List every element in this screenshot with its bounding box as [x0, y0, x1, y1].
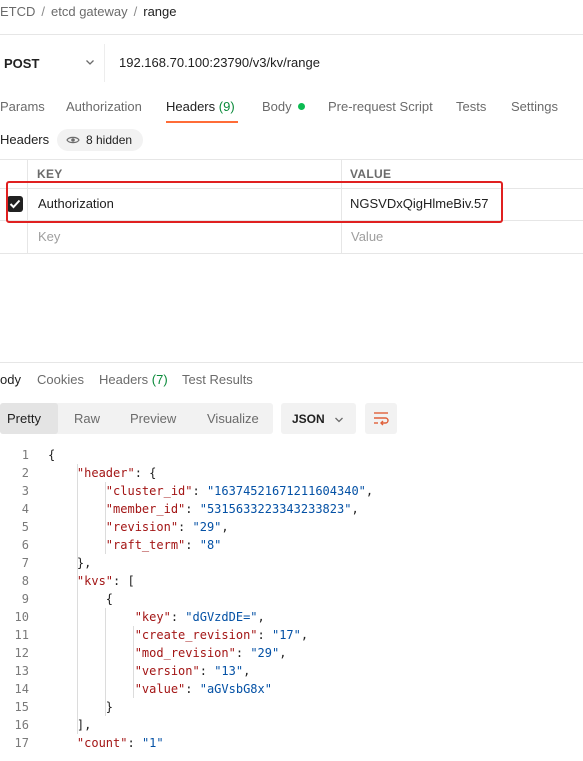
code-text: "version": "13", [134, 664, 251, 678]
chevron-down-icon [86, 60, 94, 65]
code-text: "key": "dGVzdDE=", [134, 610, 265, 624]
tab-response-body-label: ody [0, 372, 21, 387]
tab-tests[interactable]: Tests [456, 94, 486, 122]
code-text: "count": "1" [76, 736, 164, 750]
tab-tests-label: Tests [456, 99, 487, 114]
line-number: 6 [21, 538, 29, 552]
code-text: "member_id": "5315633223343233823", [105, 502, 359, 516]
wrap-lines-button[interactable] [365, 403, 397, 434]
format-select[interactable]: JSON [281, 403, 356, 434]
line-number: 12 [14, 646, 29, 660]
tab-body-label: Body [262, 99, 292, 114]
body-indicator-dot [297, 103, 305, 110]
line-number: 17 [14, 736, 29, 750]
line-number: 3 [21, 484, 29, 498]
tab-authorization-label: Authorization [66, 99, 142, 114]
method-select[interactable]: POST [0, 44, 105, 82]
new-value-input[interactable]: Value [351, 221, 383, 253]
method-label: POST [4, 55, 40, 71]
breadcrumb-separator: / [133, 3, 138, 19]
tab-response-cookies[interactable]: Cookies [37, 370, 84, 390]
line-number: 10 [14, 610, 29, 624]
code-text: } [48, 700, 114, 714]
view-visualize-button[interactable]: Visualize [207, 403, 259, 434]
view-mode-selector: Pretty Raw Preview Visualize [0, 403, 273, 434]
pane-divider[interactable] [0, 362, 583, 363]
code-text: "kvs": [ [76, 574, 135, 588]
tab-params-label: Params [0, 99, 45, 114]
breadcrumb-folder[interactable]: etcd gateway [51, 4, 128, 19]
highlight-annotation-box [6, 181, 503, 223]
tab-headers-label: Headers [166, 99, 216, 114]
code-text: "create_revision": "17", [134, 628, 309, 642]
tab-response-headers-label: Headers [99, 372, 149, 387]
eye-icon [66, 136, 80, 144]
line-number: 15 [14, 700, 29, 714]
code-text: "header": { [76, 466, 157, 480]
hidden-headers-label: 8 hidden [86, 133, 133, 147]
view-raw-button[interactable]: Raw [74, 403, 100, 434]
divider [0, 34, 583, 35]
code-text: "mod_revision": "29", [134, 646, 287, 660]
code-text: ], [48, 718, 92, 732]
line-number: 1 [21, 448, 29, 462]
tab-test-results[interactable]: Test Results [182, 370, 253, 390]
breadcrumb-collection[interactable]: ETCD [0, 4, 35, 19]
tab-response-body[interactable]: ody [0, 370, 21, 390]
breadcrumb: ETCD / etcd gateway / range [0, 0, 177, 22]
code-text: }, [48, 556, 92, 570]
tab-cookies-label: Cookies [37, 372, 84, 387]
tab-params[interactable]: Params [0, 94, 45, 122]
code-text: "cluster_id": "16374521671211604340", [105, 484, 374, 498]
url-input[interactable]: 192.168.70.100:23790/v3/kv/range [119, 44, 320, 82]
line-number: 4 [21, 502, 29, 516]
tab-pre-request-label: Pre-request Script [328, 99, 433, 114]
line-number: 8 [21, 574, 29, 588]
table-row-empty: Key Value [0, 221, 583, 254]
code-text: { [48, 448, 56, 462]
hidden-headers-toggle[interactable]: 8 hidden [57, 129, 144, 151]
line-number: 2 [21, 466, 29, 480]
active-tab-indicator [166, 121, 238, 123]
code-text: "revision": "29", [105, 520, 229, 534]
breadcrumb-separator: / [41, 3, 46, 19]
line-number: 5 [21, 520, 29, 534]
url-bar: POST 192.168.70.100:23790/v3/kv/range [0, 44, 583, 82]
tab-headers-count: (9) [218, 99, 235, 114]
tab-headers[interactable]: Headers (9) [166, 94, 235, 122]
tab-settings-label: Settings [511, 99, 558, 114]
line-number: 14 [14, 682, 29, 696]
wrap-lines-icon [374, 412, 389, 426]
tab-settings[interactable]: Settings [511, 94, 558, 122]
headers-section-title: Headers [0, 132, 50, 147]
view-preview-button[interactable]: Preview [130, 403, 176, 434]
tab-response-headers-count: (7) [151, 372, 168, 387]
tab-pre-request-script[interactable]: Pre-request Script [328, 94, 433, 122]
code-text: "raft_term": "8" [105, 538, 222, 552]
line-number: 9 [21, 592, 29, 606]
line-number: 7 [21, 556, 29, 570]
tab-test-results-label: Test Results [182, 372, 253, 387]
line-number: 13 [14, 664, 29, 678]
view-pretty-button[interactable]: Pretty [0, 403, 58, 434]
code-text: "value": "aGVsbG8x" [134, 682, 272, 696]
new-key-input[interactable]: Key [38, 221, 60, 253]
tab-authorization[interactable]: Authorization [66, 94, 142, 122]
tab-body[interactable]: Body [262, 94, 305, 122]
breadcrumb-request[interactable]: range [143, 4, 176, 19]
format-label: JSON [292, 411, 325, 426]
line-number: 16 [14, 718, 29, 732]
tab-response-headers[interactable]: Headers (7) [99, 370, 168, 390]
code-text: { [48, 592, 114, 606]
chevron-down-icon [335, 417, 343, 423]
line-number: 11 [14, 628, 29, 642]
